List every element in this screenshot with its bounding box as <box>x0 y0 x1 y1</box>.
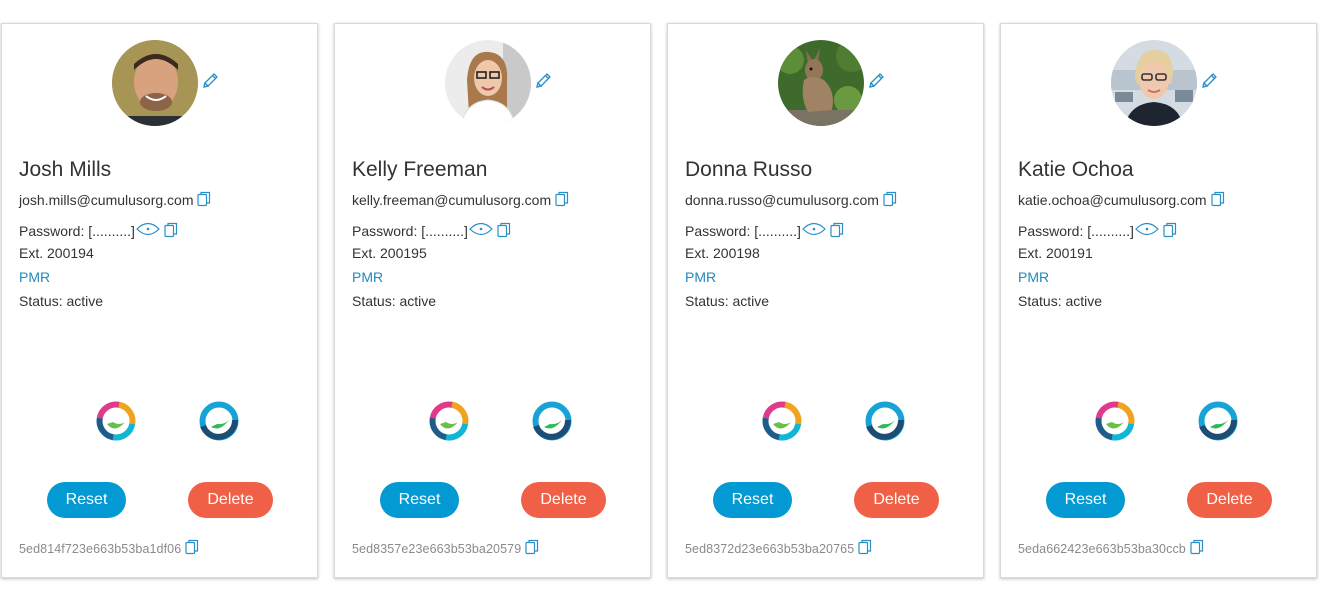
user-card: Kelly Freeman kelly.freeman@cumulusorg.c… <box>334 23 651 578</box>
avatar <box>778 40 864 126</box>
reset-button[interactable]: Reset <box>1046 482 1125 518</box>
webex-teams-app-icon[interactable] <box>864 400 906 442</box>
user-email: katie.ochoa@cumulusorg.com <box>1018 192 1207 208</box>
avatar <box>112 40 198 126</box>
extension: Ext. 200194 <box>19 245 94 261</box>
password-text: Password: [..........] <box>1018 223 1134 239</box>
user-email: donna.russo@cumulusorg.com <box>685 192 879 208</box>
pmr-link[interactable]: PMR <box>685 269 716 285</box>
copy-password-icon[interactable] <box>164 222 178 238</box>
webex-meetings-app-icon[interactable] <box>1094 400 1136 442</box>
copy-password-icon[interactable] <box>830 222 844 238</box>
avatar <box>1111 40 1197 126</box>
edit-pencil-icon[interactable] <box>533 71 553 91</box>
reset-button[interactable]: Reset <box>380 482 459 518</box>
pmr-link[interactable]: PMR <box>1018 269 1049 285</box>
edit-pencil-icon[interactable] <box>866 71 886 91</box>
email-row: josh.mills@cumulusorg.com <box>19 191 211 208</box>
extension: Ext. 200195 <box>352 245 427 261</box>
pmr-link[interactable]: PMR <box>352 269 383 285</box>
status-text: Status: active <box>1018 293 1103 309</box>
user-name: Donna Russo <box>685 158 813 181</box>
user-email: josh.mills@cumulusorg.com <box>19 192 194 208</box>
user-card: Donna Russo donna.russo@cumulusorg.com P… <box>667 23 984 578</box>
user-id-row: 5ed8372d23e663b53ba20765 <box>685 539 872 556</box>
copy-email-icon[interactable] <box>555 191 569 207</box>
user-id-row: 5eda662423e663b53ba30ccb <box>1018 539 1204 556</box>
copy-email-icon[interactable] <box>883 191 897 207</box>
status-text: Status: active <box>19 293 104 309</box>
copy-email-icon[interactable] <box>197 191 211 207</box>
password-row: Password: [..........] <box>19 221 178 239</box>
user-id: 5ed814f723e663b53ba1df06 <box>19 542 182 556</box>
avatar-container <box>778 40 864 126</box>
password-row: Password: [..........] <box>685 221 844 239</box>
password-row: Password: [..........] <box>1018 221 1177 239</box>
delete-button[interactable]: Delete <box>1187 482 1272 518</box>
webex-teams-app-icon[interactable] <box>531 400 573 442</box>
delete-button[interactable]: Delete <box>188 482 273 518</box>
password-text: Password: [..........] <box>352 223 468 239</box>
user-id: 5ed8372d23e663b53ba20765 <box>685 542 855 556</box>
delete-button[interactable]: Delete <box>521 482 606 518</box>
show-password-eye-icon[interactable] <box>136 221 160 237</box>
webex-teams-app-icon[interactable] <box>198 400 240 442</box>
status-text: Status: active <box>352 293 437 309</box>
show-password-eye-icon[interactable] <box>802 221 826 237</box>
password-row: Password: [..........] <box>352 221 511 239</box>
webex-meetings-app-icon[interactable] <box>428 400 470 442</box>
avatar-container <box>112 40 198 126</box>
show-password-eye-icon[interactable] <box>469 221 493 237</box>
status-text: Status: active <box>685 293 770 309</box>
email-row: katie.ochoa@cumulusorg.com <box>1018 191 1225 208</box>
user-name: Katie Ochoa <box>1018 158 1134 181</box>
password-text: Password: [..........] <box>685 223 801 239</box>
avatar-container <box>445 40 531 126</box>
user-name: Kelly Freeman <box>352 158 488 181</box>
password-text: Password: [..........] <box>19 223 135 239</box>
email-row: donna.russo@cumulusorg.com <box>685 191 897 208</box>
copy-password-icon[interactable] <box>1163 222 1177 238</box>
reset-button[interactable]: Reset <box>713 482 792 518</box>
show-password-eye-icon[interactable] <box>1135 221 1159 237</box>
user-card: Katie Ochoa katie.ochoa@cumulusorg.com P… <box>1000 23 1317 578</box>
webex-teams-app-icon[interactable] <box>1197 400 1239 442</box>
user-id: 5eda662423e663b53ba30ccb <box>1018 542 1186 556</box>
avatar <box>445 40 531 126</box>
edit-pencil-icon[interactable] <box>1199 71 1219 91</box>
user-name: Josh Mills <box>19 158 112 181</box>
avatar-container <box>1111 40 1197 126</box>
user-id-row: 5ed8357e23e663b53ba20579 <box>352 539 539 556</box>
user-id: 5ed8357e23e663b53ba20579 <box>352 542 522 556</box>
copy-email-icon[interactable] <box>1210 191 1225 207</box>
copy-id-icon[interactable] <box>525 539 539 555</box>
copy-id-icon[interactable] <box>1190 539 1204 555</box>
email-row: kelly.freeman@cumulusorg.com <box>352 191 569 208</box>
copy-id-icon[interactable] <box>185 539 199 555</box>
copy-id-icon[interactable] <box>858 539 872 555</box>
delete-button[interactable]: Delete <box>854 482 939 518</box>
user-id-row: 5ed814f723e663b53ba1df06 <box>19 539 199 556</box>
reset-button[interactable]: Reset <box>47 482 126 518</box>
extension: Ext. 200191 <box>1018 245 1093 261</box>
user-card: Josh Mills josh.mills@cumulusorg.com Pas… <box>1 23 318 578</box>
pmr-link[interactable]: PMR <box>19 269 50 285</box>
user-email: kelly.freeman@cumulusorg.com <box>352 192 552 208</box>
webex-meetings-app-icon[interactable] <box>95 400 137 442</box>
extension: Ext. 200198 <box>685 245 760 261</box>
webex-meetings-app-icon[interactable] <box>761 400 803 442</box>
copy-password-icon[interactable] <box>497 222 511 238</box>
edit-pencil-icon[interactable] <box>200 71 220 91</box>
